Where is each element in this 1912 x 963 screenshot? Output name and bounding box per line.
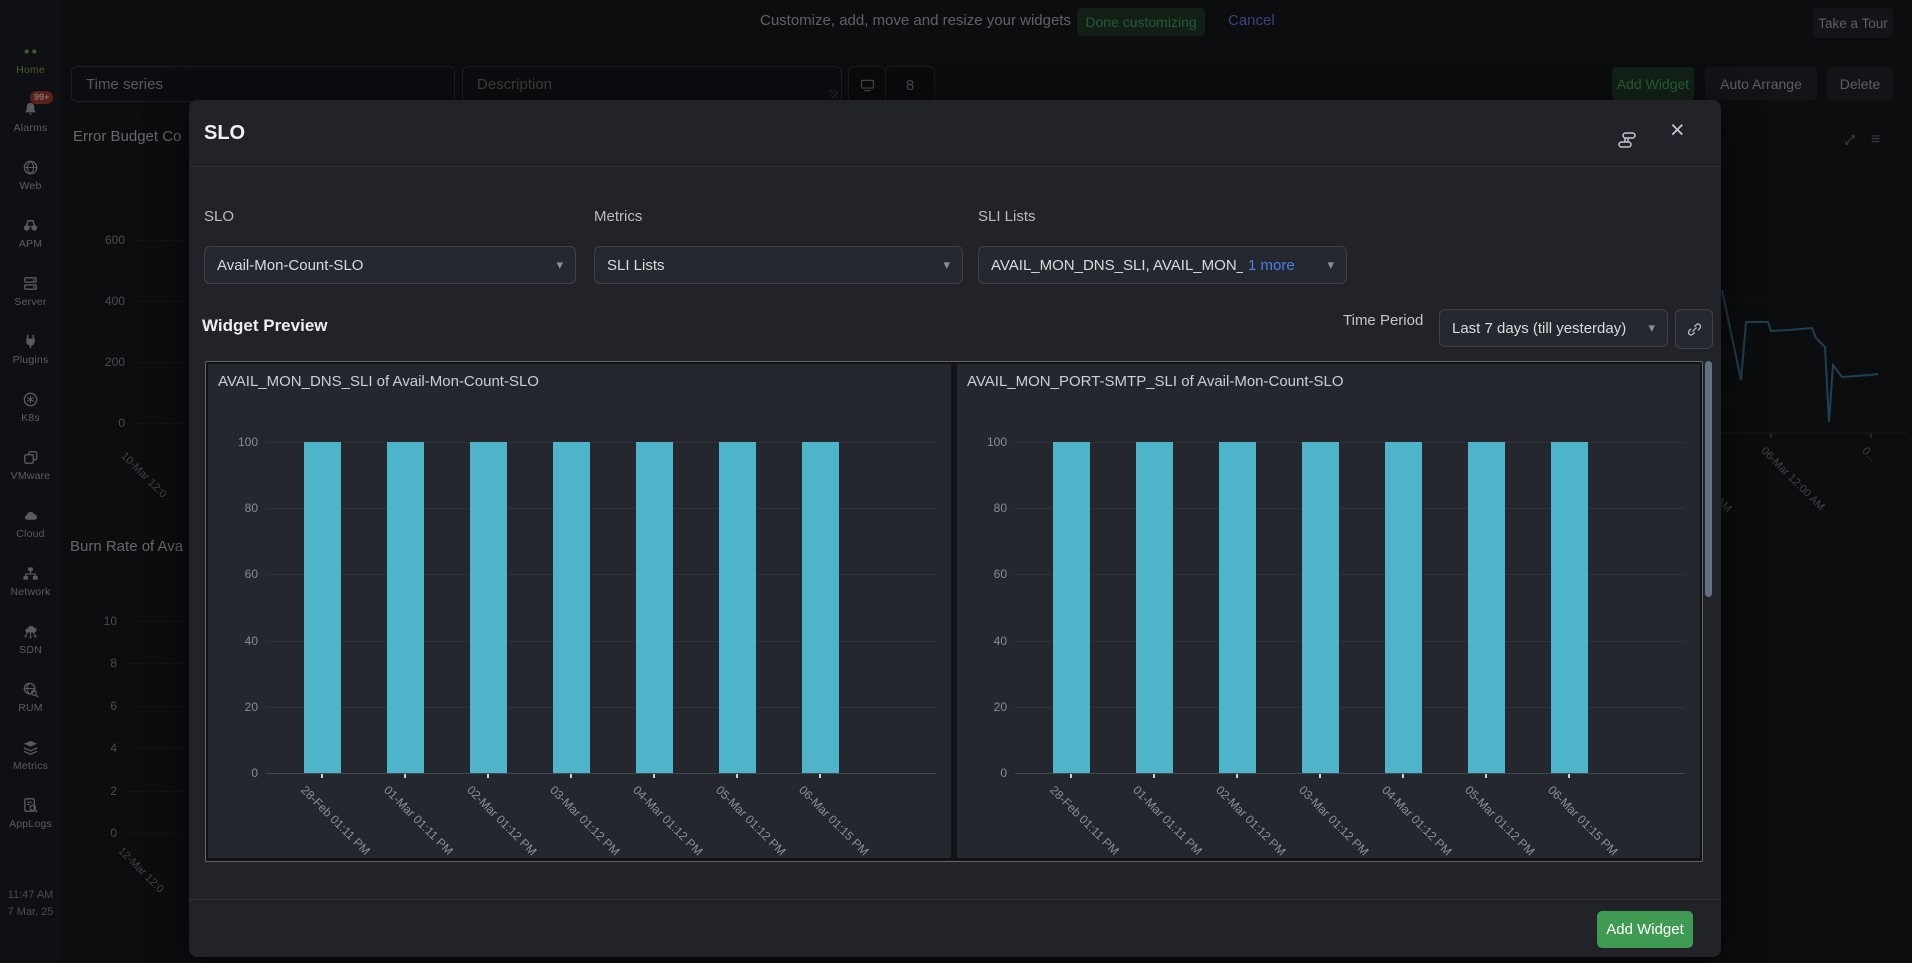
sli-lists-dropdown[interactable]: AVAIL_MON_DNS_SLI, AVAIL_MON_PO... 1 mor… <box>978 246 1347 284</box>
x-tick-label: 28-Feb 01:11 PM <box>298 783 373 858</box>
bar <box>470 442 507 773</box>
bar <box>719 442 756 773</box>
more-count-link[interactable]: 1 more <box>1248 257 1295 274</box>
x-tick-label: 05-Mar 01:12 PM <box>1462 783 1537 858</box>
x-tick-label: 05-Mar 01:12 PM <box>713 783 788 858</box>
x-tick <box>736 774 738 778</box>
x-tick-label: 04-Mar 01:12 PM <box>1379 783 1454 858</box>
chart-panel-dns-sli: AVAIL_MON_DNS_SLI of Avail-Mon-Count-SLO… <box>208 364 951 858</box>
y-tick-label: 40 <box>961 634 1007 648</box>
plot-area: 02040608010028-Feb 01:11 PM01-Mar 01:11 … <box>266 442 936 773</box>
permalink-button[interactable] <box>1675 309 1713 349</box>
x-tick-label: 03-Mar 01:12 PM <box>1296 783 1371 858</box>
slo-dropdown[interactable]: Avail-Mon-Count-SLO ▾ <box>204 246 576 284</box>
add-widget-button[interactable]: Add Widget <box>1597 911 1693 948</box>
x-tick-label: 03-Mar 01:12 PM <box>547 783 622 858</box>
chevron-down-icon: ▾ <box>1640 320 1655 336</box>
x-tick-label: 04-Mar 01:12 PM <box>630 783 705 858</box>
x-tick <box>404 774 406 778</box>
bar <box>1219 442 1256 773</box>
y-tick-label: 60 <box>212 567 258 581</box>
y-tick-label: 20 <box>212 700 258 714</box>
x-tick <box>1070 774 1072 778</box>
chart-panel-port-smtp-sli: AVAIL_MON_PORT-SMTP_SLI of Avail-Mon-Cou… <box>957 364 1700 858</box>
chevron-down-icon: ▾ <box>548 257 563 273</box>
y-tick-label: 20 <box>961 700 1007 714</box>
widget-preview-heading: Widget Preview <box>202 316 328 336</box>
slo-field-label: SLO <box>204 208 234 225</box>
x-tick <box>487 774 489 778</box>
x-tick <box>570 774 572 778</box>
chart-title: AVAIL_MON_DNS_SLI of Avail-Mon-Count-SLO <box>218 373 539 390</box>
x-tick-label: 06-Mar 01:15 PM <box>796 783 871 858</box>
footer-divider <box>189 899 1721 900</box>
y-tick-label: 80 <box>212 501 258 515</box>
gridline <box>266 773 936 774</box>
y-tick-label: 0 <box>961 766 1007 780</box>
x-tick-label: 02-Mar 01:12 PM <box>1213 783 1288 858</box>
metrics-field-label: Metrics <box>594 208 642 225</box>
modal-title: SLO <box>204 122 245 145</box>
x-tick-label: 28-Feb 01:11 PM <box>1047 783 1122 858</box>
sli-lists-field-label: SLI Lists <box>978 208 1036 225</box>
bar <box>387 442 424 773</box>
widget-preview-container: AVAIL_MON_DNS_SLI of Avail-Mon-Count-SLO… <box>205 361 1703 862</box>
y-tick-label: 80 <box>961 501 1007 515</box>
y-tick-label: 100 <box>212 435 258 449</box>
chevron-down-icon: ▾ <box>1319 257 1334 273</box>
bar <box>1551 442 1588 773</box>
bar <box>1136 442 1173 773</box>
x-tick-label: 06-Mar 01:15 PM <box>1545 783 1620 858</box>
x-tick <box>321 774 323 778</box>
x-tick <box>653 774 655 778</box>
close-icon[interactable]: × <box>1670 118 1685 143</box>
bar <box>304 442 341 773</box>
bar <box>636 442 673 773</box>
screen: Home99+AlarmsWebAPMServerPluginsK8sVMwar… <box>0 0 1912 963</box>
y-tick-label: 40 <box>212 634 258 648</box>
plot-area: 02040608010028-Feb 01:11 PM01-Mar 01:11 … <box>1015 442 1685 773</box>
x-tick <box>1485 774 1487 778</box>
chart-title: AVAIL_MON_PORT-SMTP_SLI of Avail-Mon-Cou… <box>967 373 1344 390</box>
y-tick-label: 100 <box>961 435 1007 449</box>
bar <box>1468 442 1505 773</box>
x-tick <box>1402 774 1404 778</box>
x-tick-label: 01-Mar 01:11 PM <box>1130 783 1205 858</box>
y-tick-label: 60 <box>961 567 1007 581</box>
link-icon <box>1686 321 1703 338</box>
bar <box>1053 442 1090 773</box>
bar <box>1385 442 1422 773</box>
x-tick-label: 01-Mar 01:11 PM <box>381 783 456 858</box>
time-period-dropdown[interactable]: Last 7 days (till yesterday) ▾ <box>1439 309 1668 347</box>
x-tick-label: 02-Mar 01:12 PM <box>464 783 539 858</box>
chevron-down-icon: ▾ <box>935 257 950 273</box>
gridline <box>1015 773 1685 774</box>
x-tick <box>1236 774 1238 778</box>
modal-scrollbar-thumb[interactable] <box>1705 361 1712 597</box>
metrics-dropdown[interactable]: SLI Lists ▾ <box>594 246 963 284</box>
widget-layout-icon-button[interactable] <box>1617 130 1637 150</box>
x-tick <box>1568 774 1570 778</box>
bar <box>553 442 590 773</box>
time-period-label: Time Period <box>1343 312 1423 329</box>
y-tick-label: 0 <box>212 766 258 780</box>
header-divider <box>189 166 1721 167</box>
x-tick <box>1153 774 1155 778</box>
slo-widget-modal: SLO × SLO Metrics SLI Lists Avail-Mon-Co… <box>189 100 1721 957</box>
bar <box>1302 442 1339 773</box>
x-tick <box>819 774 821 778</box>
x-tick <box>1319 774 1321 778</box>
bar <box>802 442 839 773</box>
